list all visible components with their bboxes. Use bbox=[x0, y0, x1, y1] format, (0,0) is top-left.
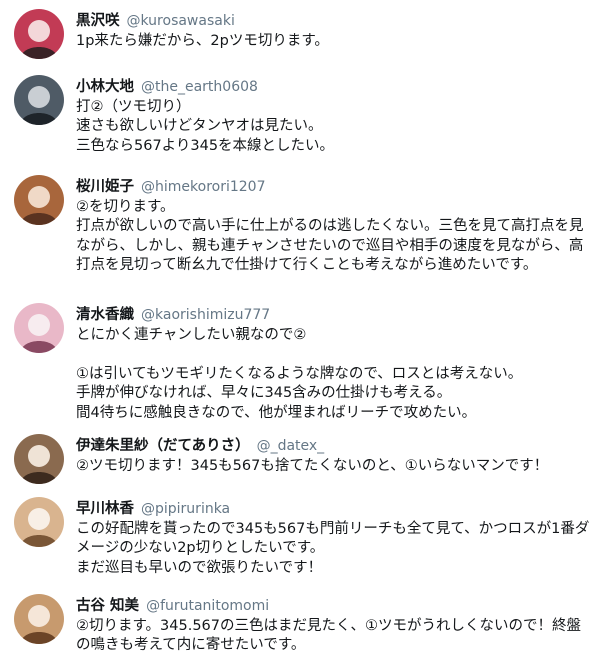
avatar[interactable] bbox=[14, 594, 64, 644]
user-handle[interactable]: @_datex_ bbox=[257, 438, 325, 454]
display-name[interactable]: 桜川姫子 bbox=[76, 179, 134, 195]
display-name[interactable]: 黒沢咲 bbox=[76, 13, 120, 29]
user-handle[interactable]: @kaorishimizu777 bbox=[141, 307, 270, 323]
display-name[interactable]: 早川林香 bbox=[76, 501, 134, 517]
user-handle[interactable]: @kurosawasaki bbox=[127, 13, 235, 29]
user-handle[interactable]: @the_earth0608 bbox=[141, 79, 258, 95]
avatar-image bbox=[14, 75, 64, 125]
tweet-text: ②を切ります。 打点が欲しいので高い手に仕上がるのは逃したくない。三色を見て高打… bbox=[76, 199, 584, 274]
tweet-feed: 黒沢咲 @kurosawasaki 1p来たら嫌だから、2pツモ切ります。 小林大… bbox=[0, 0, 600, 661]
avatar[interactable] bbox=[14, 434, 64, 484]
avatar[interactable] bbox=[14, 175, 64, 225]
user-handle[interactable]: @furutanitomomi bbox=[146, 598, 269, 614]
display-name[interactable]: 清水香織 bbox=[76, 307, 134, 323]
avatar[interactable] bbox=[14, 303, 64, 353]
tweet-text: この好配牌を貰ったので345も567も門前リーチも全て見て、かつロスが1番ダメー… bbox=[76, 521, 590, 576]
tweet-text: 1p来たら嫌だから、2pツモ切ります。 bbox=[76, 33, 329, 49]
tweet-text: ②ツモ切ります！345も567も捨てたくないのと、①いらないマンです！ bbox=[76, 458, 549, 474]
user-handle[interactable]: @himekorori1207 bbox=[141, 179, 265, 195]
avatar-image bbox=[14, 497, 64, 547]
avatar[interactable] bbox=[14, 497, 64, 547]
avatar[interactable] bbox=[14, 9, 64, 59]
avatar-image bbox=[14, 594, 64, 644]
tweet-text: 打②（ツモ切り） 速さも欲しいけどタンヤオは見たい。 三色なら567より345を… bbox=[76, 99, 335, 154]
avatar-image bbox=[14, 434, 64, 484]
avatar[interactable] bbox=[14, 75, 64, 125]
user-handle[interactable]: @pipirurinka bbox=[141, 501, 230, 517]
display-name[interactable]: 伊達朱里紗（だてありさ） bbox=[76, 438, 250, 454]
avatar-image bbox=[14, 303, 64, 353]
display-name[interactable]: 小林大地 bbox=[76, 79, 134, 95]
avatar-image bbox=[14, 175, 64, 225]
display-name[interactable]: 古谷 知美 bbox=[76, 598, 139, 614]
tweet-text: とにかく連チャンしたい親なので② ①は引いてもツモギリたくなるような牌なので、ロ… bbox=[76, 327, 523, 421]
avatar-image bbox=[14, 9, 64, 59]
tweet-text: ②切ります。345.567の三色はまだ見たく、①ツモがうれしくないので！終盤の鳴… bbox=[76, 618, 582, 654]
